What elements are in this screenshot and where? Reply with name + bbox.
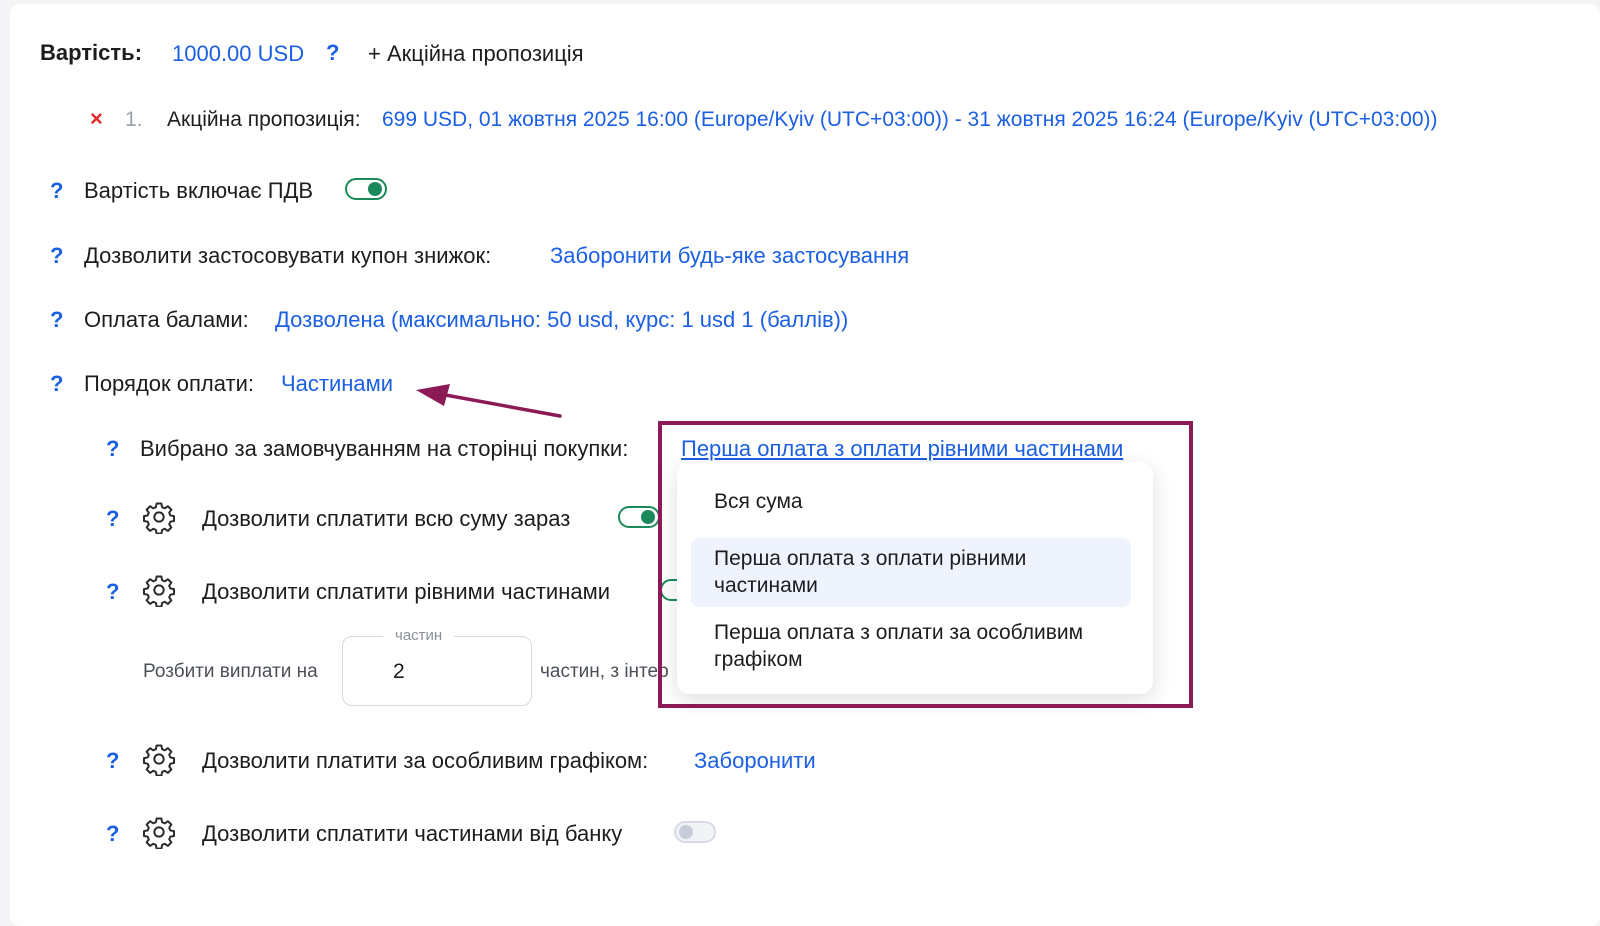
full-now-help-icon[interactable]: ? bbox=[106, 506, 119, 532]
coupon-label: Дозволити застосовувати купон знижок: bbox=[84, 243, 492, 268]
remove-promo-icon[interactable]: × bbox=[90, 106, 103, 132]
toggle-knob bbox=[368, 182, 382, 196]
payment-order-help-icon[interactable]: ? bbox=[50, 371, 63, 397]
add-promo-button[interactable]: + Акційна пропозиція bbox=[368, 41, 584, 67]
coupon-value-link[interactable]: Заборонити будь-яке застосування bbox=[550, 243, 909, 269]
points-help-icon[interactable]: ? bbox=[50, 307, 63, 333]
vat-label: Вартість включає ПДВ bbox=[84, 178, 314, 203]
coupon-help-icon[interactable]: ? bbox=[50, 243, 63, 269]
vat-help-icon[interactable]: ? bbox=[50, 178, 63, 204]
dropdown-option-full-sum[interactable]: Вся сума bbox=[691, 488, 1131, 518]
parts-count-input[interactable]: частин 2 bbox=[342, 627, 532, 706]
custom-schedule-help-icon[interactable]: ? bbox=[106, 748, 119, 774]
bank-parts-label: Дозволити сплатити частинами від банку bbox=[202, 821, 623, 846]
full-now-label: Дозволити сплатити всю суму зараз bbox=[202, 506, 571, 531]
payment-order-value-link[interactable]: Частинами bbox=[281, 371, 393, 397]
dropdown-option-label: Вся сума bbox=[714, 490, 803, 513]
split-suffix: частин, з інтер bbox=[540, 661, 669, 682]
split-prefix: Розбити виплати на bbox=[143, 661, 318, 682]
parts-count-value[interactable]: 2 bbox=[393, 660, 405, 684]
promo-label: Акційна пропозиція: bbox=[167, 108, 361, 131]
toggle-knob bbox=[641, 510, 655, 524]
parts-count-label: частин bbox=[383, 627, 455, 644]
full-now-toggle[interactable] bbox=[618, 506, 660, 528]
default-option-dropdown: Вся сума Перша оплата з оплати рівними ч… bbox=[677, 462, 1153, 694]
price-value-link[interactable]: 1000.00 USD bbox=[172, 41, 304, 67]
price-label: Вартість: bbox=[40, 40, 143, 65]
price-help-icon[interactable]: ? bbox=[326, 40, 339, 66]
gear-icon[interactable] bbox=[142, 573, 176, 607]
gear-icon[interactable] bbox=[142, 742, 176, 776]
equal-parts-label: Дозволити сплатити рівними частинами bbox=[202, 579, 610, 604]
dropdown-option-label: Перша оплата з оплати рівними частинами bbox=[714, 547, 1027, 597]
payment-order-label: Порядок оплати: bbox=[84, 371, 254, 396]
annotation-arrow bbox=[416, 384, 562, 418]
default-help-icon[interactable]: ? bbox=[106, 436, 119, 462]
points-label: Оплата балами: bbox=[84, 307, 249, 332]
vat-toggle[interactable] bbox=[345, 178, 387, 200]
points-value-link[interactable]: Дозволена (максимально: 50 usd, курс: 1 … bbox=[275, 307, 848, 333]
custom-schedule-label: Дозволити платити за особливим графіком: bbox=[202, 748, 649, 773]
bank-parts-help-icon[interactable]: ? bbox=[106, 821, 119, 847]
custom-schedule-value-link[interactable]: Заборонити bbox=[694, 748, 816, 774]
gear-icon[interactable] bbox=[142, 500, 176, 534]
dropdown-option-equal-parts[interactable]: Перша оплата з оплати рівними частинами bbox=[691, 538, 1131, 607]
promo-index: 1. bbox=[125, 108, 143, 131]
promo-details-link[interactable]: 699 USD, 01 жовтня 2025 16:00 (Europe/Ky… bbox=[382, 108, 1438, 132]
dropdown-option-label: Перша оплата з оплати за особливим графі… bbox=[714, 621, 1084, 671]
default-label: Вибрано за замовчуванням на сторінці пок… bbox=[140, 436, 629, 461]
dropdown-option-custom-schedule[interactable]: Перша оплата з оплати за особливим графі… bbox=[691, 619, 1131, 679]
bank-parts-toggle[interactable] bbox=[674, 821, 716, 843]
toggle-knob bbox=[679, 825, 693, 839]
default-value-link[interactable]: Перша оплата з оплати рівними частинами bbox=[681, 436, 1123, 462]
gear-icon[interactable] bbox=[142, 815, 176, 849]
equal-parts-help-icon[interactable]: ? bbox=[106, 579, 119, 605]
